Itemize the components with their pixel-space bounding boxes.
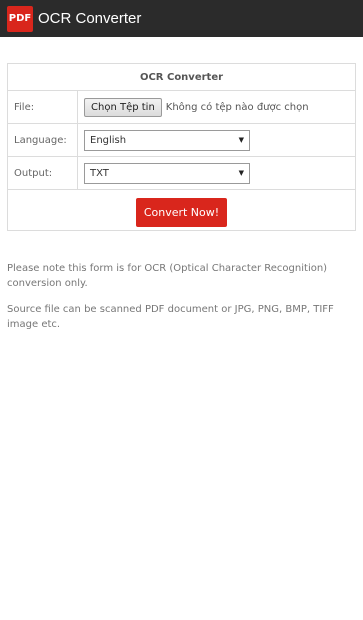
app-bar: PDF OCR Converter: [0, 0, 363, 37]
convert-now-button[interactable]: Convert Now!: [136, 197, 227, 227]
file-label: File:: [8, 91, 78, 123]
file-row: File: Chọn Tệp tin Không có tệp nào được…: [8, 91, 355, 124]
output-row: Output: TXT ▼: [8, 157, 355, 190]
output-label: Output:: [8, 157, 78, 189]
output-select[interactable]: TXT ▼: [84, 162, 250, 184]
file-field: Chọn Tệp tin Không có tệp nào được chọn: [78, 91, 355, 123]
choose-file-button[interactable]: Chọn Tệp tin: [84, 97, 162, 117]
pdf-app-icon: PDF: [7, 5, 33, 32]
app-title: OCR Converter: [38, 10, 142, 27]
output-selected-value: TXT: [90, 167, 109, 179]
dropdown-arrow-icon: ▼: [238, 136, 244, 144]
ocr-note-text: Please note this form is for OCR (Optica…: [7, 263, 328, 289]
source-file-note-text: Source file can be scanned PDF document …: [7, 304, 334, 330]
language-label: Language:: [8, 124, 78, 156]
dropdown-arrow-icon: ▼: [238, 169, 244, 177]
language-field: English ▼: [78, 124, 355, 156]
language-select[interactable]: English ▼: [84, 129, 250, 151]
form-title: OCR Converter: [8, 64, 355, 91]
file-status-text: Không có tệp nào được chọn: [165, 101, 309, 113]
ocr-form: OCR Converter File: Chọn Tệp tin Không c…: [7, 63, 356, 231]
output-field: TXT ▼: [78, 157, 355, 189]
form-actions: Convert Now!: [8, 190, 355, 234]
language-row: Language: English ▼: [8, 124, 355, 157]
language-selected-value: English: [90, 134, 127, 146]
